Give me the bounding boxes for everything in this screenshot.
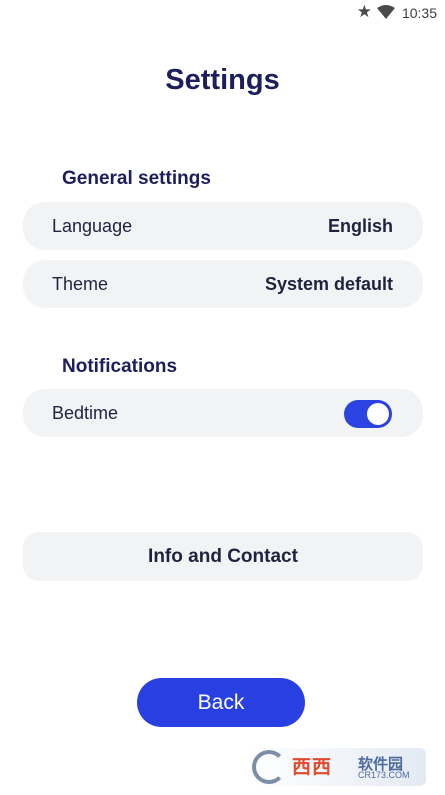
status-time: 10:35 xyxy=(401,5,437,21)
bedtime-toggle[interactable] xyxy=(344,400,392,428)
info-contact-button[interactable]: Info and Contact xyxy=(23,532,423,581)
bedtime-label: Bedtime xyxy=(52,403,119,423)
language-row[interactable]: Language English xyxy=(23,202,423,250)
bedtime-row: Bedtime xyxy=(23,389,423,437)
wifi-icon xyxy=(377,5,395,19)
watermark-text: 西西 xyxy=(292,757,333,778)
watermark-circle-icon xyxy=(252,750,286,784)
language-label: Language xyxy=(52,216,133,236)
settings-screen: ★ 10:35 Settings General settings Langua… xyxy=(0,0,445,795)
watermark-logo: 西西 软件园 CR173.COM xyxy=(248,748,426,786)
status-bar: ★ 10:35 xyxy=(0,0,445,26)
theme-value: System default xyxy=(264,274,393,294)
watermark-url: CR173.COM xyxy=(358,770,410,780)
page-title: Settings xyxy=(165,64,280,96)
theme-row[interactable]: Theme System default xyxy=(23,260,423,308)
notifications-heading: Notifications xyxy=(62,356,178,377)
general-settings-heading: General settings xyxy=(62,168,211,189)
theme-label: Theme xyxy=(52,274,109,294)
star-icon: ★ xyxy=(356,2,372,21)
back-button[interactable]: Back xyxy=(137,678,305,727)
toggle-knob xyxy=(367,403,389,425)
language-value: English xyxy=(327,216,393,236)
